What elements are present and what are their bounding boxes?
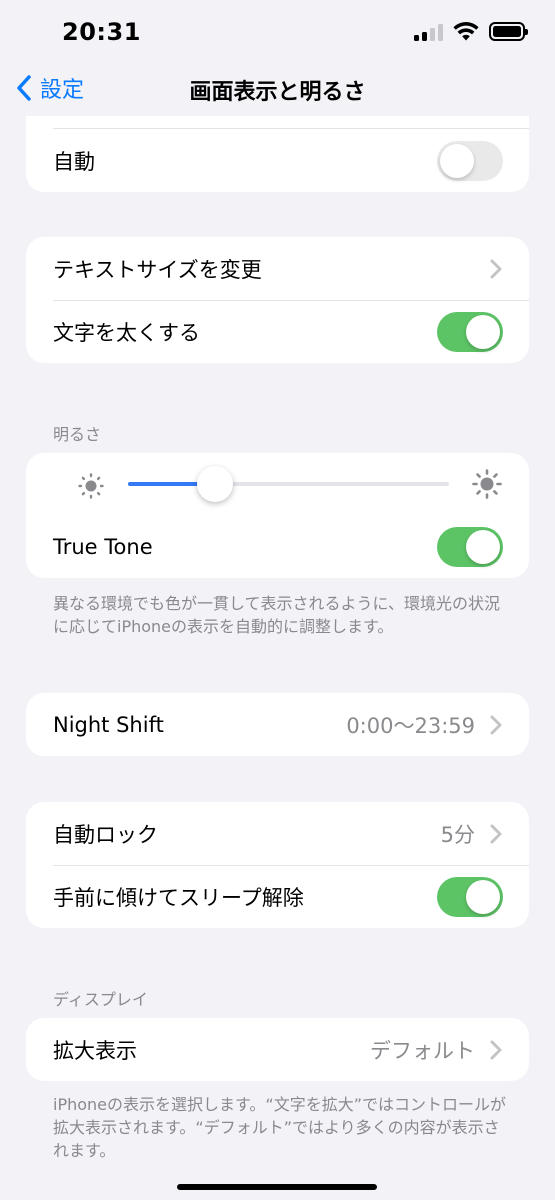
auto-appearance-row: 自動 (26, 129, 529, 192)
night-shift-label: Night Shift (53, 712, 164, 737)
sun-small-icon (78, 473, 104, 499)
chevron-right-icon (490, 715, 502, 734)
display-header: ディスプレイ (53, 990, 148, 1009)
brightness-slider-thumb[interactable] (196, 466, 233, 502)
true-tone-label: True Tone (53, 534, 153, 559)
display-zoom-row[interactable]: 拡大表示 デフォルト (26, 1018, 529, 1081)
chevron-right-icon (490, 824, 502, 843)
auto-lock-row[interactable]: 自動ロック 5分 (26, 802, 529, 865)
auto-appearance-label: 自動 (53, 149, 95, 174)
text-group: テキストサイズを変更 文字を太くする (26, 237, 529, 363)
sun-large-icon (472, 469, 502, 499)
bold-text-toggle[interactable] (437, 311, 503, 352)
page-title: 画面表示と明るさ (189, 80, 366, 105)
status-time: 20:31 (62, 18, 141, 46)
text-size-label: テキストサイズを変更 (53, 257, 262, 282)
status-bar: 20:31 (0, 0, 555, 66)
raise-to-wake-toggle[interactable] (437, 876, 503, 917)
brightness-group: True Tone (26, 453, 529, 578)
bold-text-row: 文字を太くする (26, 300, 529, 363)
status-icons (414, 22, 528, 41)
lock-group: 自動ロック 5分 手前に傾けてスリープ解除 (26, 802, 529, 928)
display-zoom-footnote: iPhoneの表示を選択します。“文字を拡大”ではコントロールが拡大表示されます… (53, 1095, 506, 1160)
appearance-group: 自動 (26, 116, 529, 192)
battery-icon (489, 22, 528, 41)
auto-lock-label: 自動ロック (53, 822, 158, 847)
brightness-header: 明るさ (53, 425, 102, 444)
night-shift-value: 0:00〜23:59 (346, 713, 475, 738)
night-shift-row[interactable]: Night Shift 0:00〜23:59 (26, 693, 529, 756)
brightness-slider-row (26, 453, 529, 515)
text-size-row[interactable]: テキストサイズを変更 (26, 237, 529, 300)
raise-to-wake-label: 手前に傾けてスリープ解除 (53, 885, 304, 910)
night-shift-group: Night Shift 0:00〜23:59 (26, 693, 529, 756)
chevron-right-icon (490, 259, 502, 278)
true-tone-row: True Tone (26, 515, 529, 578)
home-indicator (177, 1184, 377, 1190)
bold-text-label: 文字を太くする (53, 320, 200, 345)
true-tone-toggle[interactable] (437, 526, 503, 567)
auto-appearance-toggle[interactable] (437, 140, 503, 181)
auto-lock-value: 5分 (440, 822, 475, 847)
raise-to-wake-row: 手前に傾けてスリープ解除 (26, 865, 529, 928)
true-tone-footnote: 異なる環境でも色が一貫して表示されるように、環境光の状況に応じてiPhoneの表… (53, 594, 501, 636)
display-zoom-label: 拡大表示 (53, 1038, 137, 1063)
display-group: 拡大表示 デフォルト (26, 1018, 529, 1081)
brightness-slider[interactable] (128, 466, 449, 502)
chevron-right-icon (490, 1040, 502, 1059)
wifi-icon (453, 22, 479, 41)
display-zoom-value: デフォルト (370, 1038, 475, 1063)
cellular-signal-icon (414, 23, 443, 41)
navigation-bar: 設定 画面表示と明るさ (0, 66, 555, 116)
